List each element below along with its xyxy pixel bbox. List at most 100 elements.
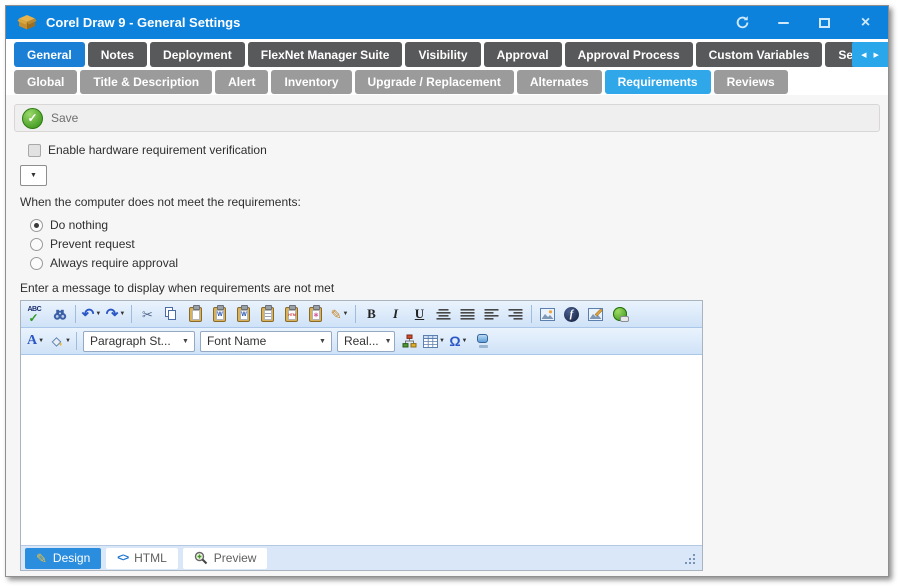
omega-button[interactable]: Ω▼ (447, 330, 470, 352)
italic-button[interactable]: I (384, 303, 407, 325)
close-button[interactable]: × (857, 14, 874, 31)
justify-icon (460, 308, 475, 321)
org-chart-icon (402, 334, 417, 348)
tab-alternates[interactable]: Alternates (517, 70, 602, 94)
paste-html-button[interactable]: HTM (280, 303, 303, 325)
align-left-button[interactable] (480, 303, 503, 325)
requirements-question-label: When the computer does not meet the requ… (20, 195, 888, 209)
tab-scroll-right-button[interactable]: ▶ (873, 51, 880, 59)
secondary-tab-strip: GlobalTitle & DescriptionAlertInventoryU… (6, 67, 888, 95)
paste-text-button[interactable] (256, 303, 279, 325)
window: Corel Draw 9 - General Settings × Genera… (5, 5, 889, 577)
align-center-button[interactable] (432, 303, 455, 325)
redo-button[interactable]: ↷▼ (104, 303, 127, 325)
minimize-icon (778, 22, 789, 24)
align-right-button[interactable] (504, 303, 527, 325)
underline-button[interactable]: U (408, 303, 431, 325)
image-edit-button[interactable] (584, 303, 607, 325)
paste-word-button[interactable]: W (208, 303, 231, 325)
tab-global[interactable]: Global (14, 70, 77, 94)
chevron-down-icon: ▼ (342, 311, 348, 317)
cut-icon: ✂ (142, 308, 153, 321)
editor-tab-html[interactable]: <>HTML (106, 548, 178, 569)
tab-notes[interactable]: Notes (88, 42, 147, 67)
chevron-right-icon: ▶ (874, 52, 879, 59)
table-button[interactable]: ▼ (422, 330, 446, 352)
editor-tab-preview[interactable]: Preview (183, 548, 268, 569)
align-center-icon (436, 308, 451, 321)
tab-requirements[interactable]: Requirements (605, 70, 711, 94)
tab-visibility[interactable]: Visibility (405, 42, 480, 67)
maximize-button[interactable] (816, 14, 833, 31)
minimize-button[interactable] (775, 14, 792, 31)
refresh-icon (735, 15, 750, 30)
justify-button[interactable] (456, 303, 479, 325)
tab-title-description[interactable]: Title & Description (80, 70, 212, 94)
toolbar-separator (131, 305, 132, 323)
radio-button-icon (30, 257, 43, 270)
tab-approval-process[interactable]: Approval Process (565, 42, 693, 67)
undo-button[interactable]: ↶▼ (80, 303, 103, 325)
radio-prevent-request[interactable]: Prevent request (30, 237, 888, 251)
primary-tab-strip: GeneralNotesDeploymentFlexNet Manager Su… (6, 39, 888, 67)
align-right-icon (508, 308, 523, 321)
omega-icon: Ω (449, 334, 460, 348)
tab-custom-variables[interactable]: Custom Variables (696, 42, 823, 67)
tab-alert[interactable]: Alert (215, 70, 268, 94)
hardware-requirement-dropdown-button[interactable]: ▼ (20, 165, 47, 186)
tab-deployment[interactable]: Deployment (150, 42, 245, 67)
find-button[interactable] (48, 303, 71, 325)
font-color-icon: A (27, 334, 37, 348)
message-instruction-label: Enter a message to display when requirem… (20, 281, 888, 295)
tab-flexnet-manager-suite[interactable]: FlexNet Manager Suite (248, 42, 403, 67)
paste-special-button[interactable]: ∗ (304, 303, 327, 325)
editor-toolbar-row2: A▼▼Paragraph St...▼Font Name▼Real...▼▼Ω▼ (21, 328, 702, 355)
flash-button[interactable]: f (560, 303, 583, 325)
find-icon (52, 307, 68, 322)
chevron-down-icon: ▼ (182, 338, 189, 345)
save-check-icon: ✓ (22, 108, 43, 129)
paste-html-icon: HTM (285, 307, 298, 322)
radio-always-require-approval[interactable]: Always require approval (30, 256, 888, 270)
toolbar-separator (76, 332, 77, 350)
save-button[interactable]: ✓ Save (22, 108, 78, 129)
media-button[interactable] (471, 330, 494, 352)
chevron-down-icon: ▼ (95, 311, 101, 317)
real-combobox[interactable]: Real...▼ (337, 331, 395, 352)
font-name-combobox[interactable]: Font Name▼ (200, 331, 332, 352)
tab-upgrade-replacement[interactable]: Upgrade / Replacement (355, 70, 514, 94)
radio-do-nothing[interactable]: Do nothing (30, 218, 888, 232)
copy-button[interactable] (160, 303, 183, 325)
radio-button-icon (30, 219, 43, 232)
editor-tab-design[interactable]: ✎Design (25, 548, 101, 569)
editor-canvas[interactable] (21, 355, 702, 545)
tab-inventory[interactable]: Inventory (271, 70, 351, 94)
format-painter-icon: ✎ (331, 308, 342, 321)
hyperlink-button[interactable] (608, 303, 631, 325)
bold-button[interactable]: B (360, 303, 383, 325)
refresh-button[interactable] (734, 14, 751, 31)
paragraph-st-combobox[interactable]: Paragraph St...▼ (83, 331, 195, 352)
org-chart-button[interactable] (398, 330, 421, 352)
maximize-icon (819, 18, 830, 28)
paste-button[interactable] (184, 303, 207, 325)
hardware-verification-checkbox-row[interactable]: Enable hardware requirement verification (28, 143, 888, 157)
tab-reviews[interactable]: Reviews (714, 70, 788, 94)
rich-text-editor: ABC✓↶▼↷▼✂WWHTM∗✎▼BIUf A▼▼Paragraph St...… (20, 300, 703, 571)
tab-approval[interactable]: Approval (484, 42, 562, 67)
spellcheck-button[interactable]: ABC✓ (24, 303, 47, 325)
paste-word-clean-icon: W (237, 307, 250, 322)
bold-icon: B (367, 306, 376, 322)
tab-scroll-left-button[interactable]: ◀ (860, 51, 867, 59)
fill-color-button[interactable]: ▼ (48, 330, 72, 352)
undo-icon: ↶ (82, 307, 95, 322)
font-color-button[interactable]: A▼ (24, 330, 47, 352)
format-painter-button[interactable]: ✎▼ (328, 303, 351, 325)
tab-general[interactable]: General (14, 42, 85, 67)
image-button[interactable] (536, 303, 559, 325)
resize-grip[interactable] (683, 552, 696, 565)
cut-button[interactable]: ✂ (136, 303, 159, 325)
editor-tab-label: HTML (134, 551, 167, 565)
chevron-down-icon: ▼ (462, 338, 468, 344)
paste-word-clean-button[interactable]: W (232, 303, 255, 325)
